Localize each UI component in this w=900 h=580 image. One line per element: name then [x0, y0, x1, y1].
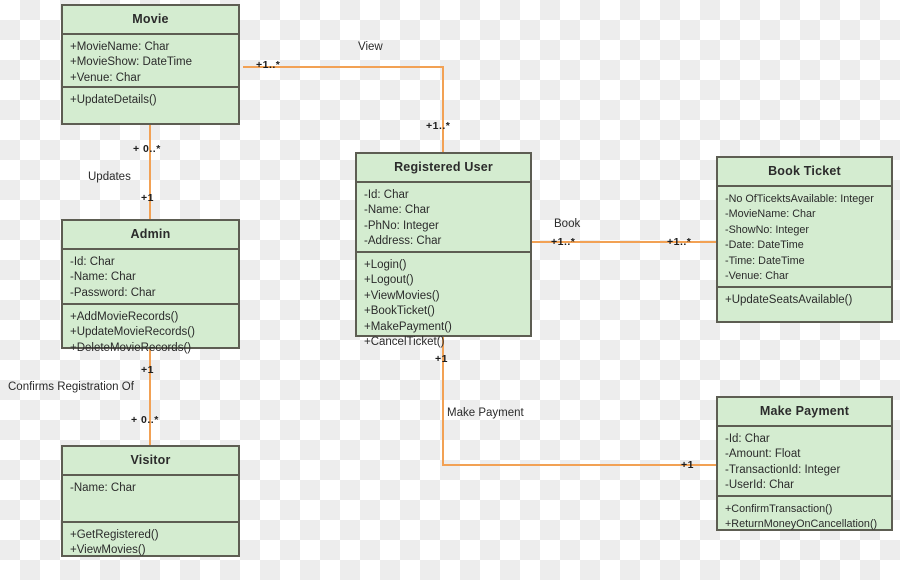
operation-row: +ConfirmTransaction() [725, 503, 833, 515]
class-attributes-movie: +MovieName: Char +MovieShow: DateTime +V… [63, 35, 238, 88]
class-name-movie: Movie [63, 6, 238, 35]
association-label-confirms-registration: Confirms Registration Of [8, 381, 134, 393]
association-label-book: Book [554, 218, 581, 230]
attribute-row: -Password: Char [70, 286, 156, 299]
edge-view-vertical [442, 66, 444, 152]
attribute-row: -PhNo: Integer [364, 219, 439, 232]
attribute-row: +MovieName: Char [70, 41, 170, 53]
multiplicity-view-source: +1..* [256, 59, 281, 71]
class-operations-make-payment: +ConfirmTransaction() +ReturnMoneyOnCanc… [718, 497, 891, 538]
operation-row: +ViewMovies() [70, 544, 146, 557]
class-box-make-payment[interactable]: Make Payment -Id: Char -Amount: Float -T… [716, 396, 893, 531]
class-box-admin[interactable]: Admin -Id: Char -Name: Char -Password: C… [61, 219, 240, 354]
edge-updates-vertical [149, 125, 151, 219]
attribute-row: -Name: Char [70, 271, 136, 284]
attribute-row: -Address: Char [364, 235, 442, 248]
class-name-make-payment: Make Payment [718, 398, 891, 427]
multiplicity-make-payment-target: +1 [681, 459, 694, 471]
class-operations-admin: +AddMovieRecords() +UpdateMovieRecords()… [63, 305, 238, 361]
attribute-row: -No OfTicektsAvailable: Integer [725, 193, 874, 205]
operation-row: +GetRegistered() [70, 529, 159, 541]
diagram-canvas: View +1..* +1..* Updates + 0..* +1 Confi… [0, 0, 900, 580]
class-box-book-ticket[interactable]: Book Ticket -No OfTicektsAvailable: Inte… [716, 156, 893, 323]
operation-row: +MakePayment() [364, 320, 452, 333]
class-operations-registered-user: +Login() +Logout() +ViewMovies() +BookTi… [357, 253, 530, 355]
attribute-row: -Id: Char [364, 189, 409, 201]
operation-row: +ViewMovies() [364, 289, 440, 302]
class-attributes-admin: -Id: Char -Name: Char -Password: Char [63, 250, 238, 305]
multiplicity-updates-source: + 0..* [133, 143, 161, 155]
attribute-row: +Venue: Char [70, 71, 141, 84]
operation-row: +BookTicket() [364, 305, 435, 318]
association-label-updates: Updates [88, 171, 131, 183]
class-name-registered-user: Registered User [357, 154, 530, 183]
class-attributes-book-ticket: -No OfTicektsAvailable: Integer -MovieNa… [718, 187, 891, 288]
attribute-row: -UserId: Char [725, 479, 795, 492]
class-attributes-make-payment: -Id: Char -Amount: Float -TransactionId:… [718, 427, 891, 497]
multiplicity-book-target: +1..* [667, 236, 692, 248]
operation-row: +UpdateMovieRecords() [70, 326, 195, 339]
class-name-visitor: Visitor [63, 447, 238, 476]
operation-row: +AddMovieRecords() [70, 311, 179, 323]
association-label-make-payment: Make Payment [447, 407, 524, 419]
attribute-row: -Name: Char [364, 204, 430, 217]
multiplicity-confirms-registration-target: + 0..* [131, 414, 159, 426]
operation-row: +ReturnMoneyOnCancellation() [725, 518, 878, 531]
attribute-row: -ShowNo: Integer [725, 223, 810, 236]
attribute-row: -Venue: Char [725, 270, 789, 283]
multiplicity-view-target: +1..* [426, 120, 451, 132]
multiplicity-confirms-registration-source: +1 [141, 364, 154, 376]
attribute-row: -Date: DateTime [725, 239, 804, 252]
class-attributes-visitor: -Name: Char [63, 476, 238, 523]
class-name-book-ticket: Book Ticket [718, 158, 891, 187]
attribute-row: -TransactionId: Integer [725, 463, 841, 476]
edge-make-payment-horizontal [442, 464, 716, 466]
class-box-movie[interactable]: Movie +MovieName: Char +MovieShow: DateT… [61, 4, 240, 125]
multiplicity-book-source: +1..* [551, 236, 576, 248]
class-attributes-registered-user: -Id: Char -Name: Char -PhNo: Integer -Ad… [357, 183, 530, 253]
attribute-row: -Time: DateTime [725, 254, 805, 267]
operation-row: +UpdateSeatsAvailable() [725, 294, 853, 306]
class-box-visitor[interactable]: Visitor -Name: Char +GetRegistered() +Vi… [61, 445, 240, 557]
class-box-registered-user[interactable]: Registered User -Id: Char -Name: Char -P… [355, 152, 532, 348]
attribute-row: -Amount: Float [725, 448, 801, 461]
attribute-row: -MovieName: Char [725, 208, 816, 221]
attribute-row: -Id: Char [725, 433, 770, 445]
class-operations-visitor: +GetRegistered() +ViewMovies() [63, 523, 238, 564]
association-label-view: View [358, 41, 383, 53]
operation-row: +CancelTicket() [364, 336, 445, 349]
multiplicity-updates-target: +1 [141, 192, 154, 204]
class-operations-book-ticket: +UpdateSeatsAvailable() [718, 288, 891, 313]
operation-row: +UpdateDetails() [70, 94, 157, 106]
attribute-row: -Name: Char [70, 482, 136, 494]
class-operations-movie: +UpdateDetails() [63, 88, 238, 113]
operation-row: +Logout() [364, 274, 414, 287]
class-name-admin: Admin [63, 221, 238, 250]
operation-row: +Login() [364, 259, 407, 271]
attribute-row: -Id: Char [70, 256, 115, 268]
attribute-row: +MovieShow: DateTime [70, 56, 192, 69]
operation-row: +DeleteMovieRecords() [70, 341, 192, 354]
